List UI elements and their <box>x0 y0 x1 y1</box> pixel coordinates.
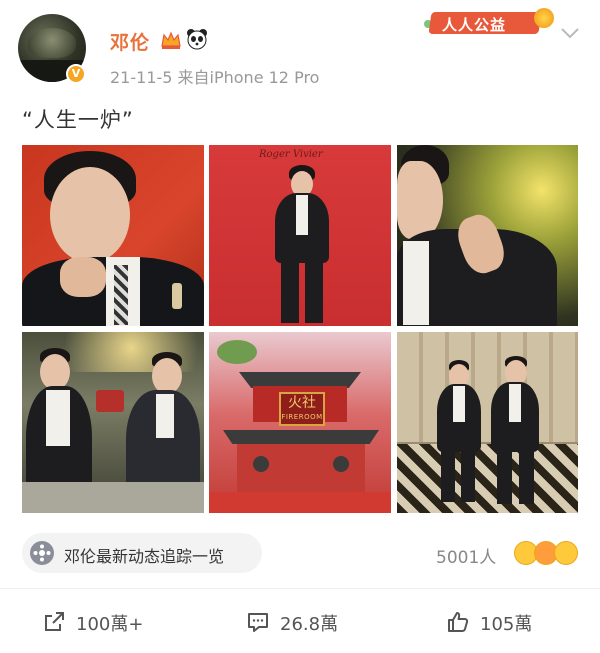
tie <box>114 265 128 325</box>
author-name[interactable]: 邓伦 <box>110 28 150 55</box>
like-count: 105萬 <box>480 614 533 635</box>
post-text: “人生一炉” <box>22 108 134 132</box>
roof-lower <box>223 430 379 444</box>
table <box>209 492 391 513</box>
window <box>253 456 269 472</box>
checkered-floor <box>397 444 578 513</box>
avatar-wreath <box>18 14 86 34</box>
chevron-down-icon[interactable] <box>560 26 580 40</box>
shirt <box>509 384 521 422</box>
shirt <box>403 241 429 325</box>
leg <box>497 448 512 504</box>
face <box>397 161 443 239</box>
shirt <box>156 394 174 438</box>
photo-4[interactable] <box>22 332 204 513</box>
verified-badge-icon: V <box>66 64 86 84</box>
leg <box>461 448 475 502</box>
topic-chip[interactable]: 邓伦最新动态追踪一览 <box>22 533 262 573</box>
wall-panels <box>397 332 578 442</box>
sign-en: FIREROOM <box>281 413 323 421</box>
sign-cn: 火社 <box>288 395 316 411</box>
charity-badge-label: 人人公益 <box>442 16 507 34</box>
fruit <box>217 340 257 364</box>
comment-icon <box>248 613 268 632</box>
thumbs-up-icon <box>448 612 469 632</box>
photo-2[interactable]: Roger Vivier <box>209 145 391 326</box>
leg <box>441 448 455 502</box>
shirt <box>453 386 465 422</box>
cake-box <box>96 390 124 412</box>
face <box>40 354 70 390</box>
comment-button[interactable]: 26.8萬 <box>246 608 366 635</box>
bench <box>22 482 204 513</box>
share-button[interactable]: 100萬+ <box>42 608 172 635</box>
photo-2-script: Roger Vivier <box>259 149 323 160</box>
face <box>152 358 182 394</box>
sun-icon <box>534 8 554 28</box>
fireroom-sign: 火社 FIREROOM <box>279 392 325 426</box>
share-icon <box>45 612 64 631</box>
brooch <box>172 283 182 309</box>
topic-label: 邓伦最新动态追踪一览 <box>64 547 225 566</box>
comment-count: 26.8萬 <box>280 614 339 635</box>
face <box>50 167 130 263</box>
crown-icon <box>161 31 181 49</box>
photo-1[interactable] <box>22 145 204 326</box>
window <box>333 456 349 472</box>
divider <box>0 588 600 589</box>
photo-3[interactable] <box>397 145 578 326</box>
charity-badge[interactable]: 人人公益 <box>424 6 554 38</box>
like-button[interactable]: 105萬 <box>446 608 556 635</box>
hand <box>60 257 106 297</box>
shirt <box>296 195 308 235</box>
panda-icon <box>187 29 207 50</box>
leg-left <box>281 257 299 323</box>
leg-right <box>305 257 323 323</box>
topic-icon <box>30 541 54 565</box>
shirt <box>46 390 70 446</box>
post-meta: 21-11-5 来自iPhone 12 Pro <box>110 68 320 87</box>
leg <box>519 448 534 504</box>
share-count: 100萬+ <box>76 614 144 635</box>
post-header: V 邓伦 21-11-5 来自iPhone 12 Pro 人人公益 <box>0 0 600 100</box>
surprised-emoji-icon <box>554 541 578 565</box>
photo-5[interactable]: 火社 FIREROOM <box>209 332 391 513</box>
photo-6[interactable] <box>397 332 578 513</box>
topic-count: 5001人 <box>436 548 497 568</box>
photo-grid: Roger Vivier 火社 FIREROOM <box>22 145 578 515</box>
